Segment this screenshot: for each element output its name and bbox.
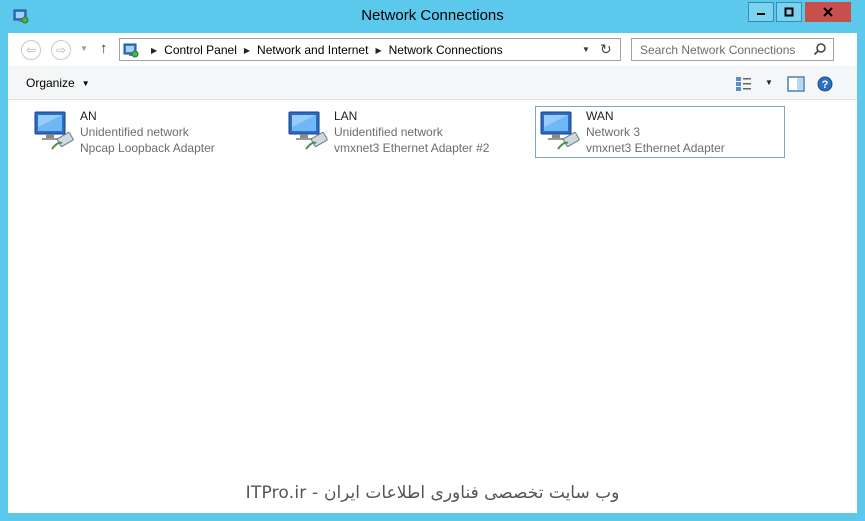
search-placeholder: Search Network Connections [640, 43, 796, 57]
help-icon[interactable]: ? [817, 76, 833, 92]
command-bar: Organize ▼ ▼ ? [8, 66, 857, 100]
up-arrow-icon: ↑ [100, 40, 108, 57]
back-arrow-icon: ⇦ [25, 43, 37, 57]
close-icon [823, 7, 833, 17]
breadcrumb-network-connections[interactable]: Network Connections [389, 43, 503, 57]
connection-network: Network 3 [586, 125, 641, 139]
svg-text:?: ? [822, 79, 829, 91]
breadcrumb-separator-icon[interactable]: ▶ [244, 46, 250, 55]
connection-details: LAN Unidentified network vmxnet3 Etherne… [334, 108, 489, 156]
network-adapter-icon [288, 111, 328, 150]
watermark-text: ITPro.ir - وب سایت تخصصی فناوری اطلاعات … [245, 483, 620, 503]
connection-item-lan[interactable]: LAN Unidentified network vmxnet3 Etherne… [283, 106, 533, 158]
connections-list: AN Unidentified network Npcap Loopback A… [8, 100, 857, 513]
connection-network: Unidentified network [334, 125, 443, 139]
chevron-down-icon: ▼ [81, 78, 90, 88]
connection-name: WAN [586, 109, 614, 123]
minimize-icon [757, 13, 765, 15]
connection-network: Unidentified network [80, 125, 189, 139]
connection-item-an[interactable]: AN Unidentified network Npcap Loopback A… [29, 106, 279, 158]
network-adapter-icon [34, 111, 74, 150]
connection-name: AN [80, 109, 97, 123]
close-button[interactable] [805, 2, 851, 22]
preview-pane-icon[interactable] [787, 76, 805, 92]
window-title: Network Connections [361, 7, 504, 24]
connection-name: LAN [334, 109, 358, 123]
control-panel-icon [123, 43, 139, 58]
breadcrumb-control-panel[interactable]: Control Panel [164, 43, 237, 57]
connection-adapter: vmxnet3 Ethernet Adapter [586, 141, 725, 155]
view-options-dropdown[interactable]: ▼ [765, 78, 773, 87]
forward-arrow-icon: ⇨ [55, 43, 67, 57]
title-bar[interactable]: Network Connections [0, 0, 865, 33]
breadcrumb-separator-icon[interactable]: ▶ [151, 46, 157, 55]
forward-button[interactable]: ⇨ [51, 40, 71, 60]
maximize-button[interactable] [776, 2, 802, 22]
address-row: ⇦ ⇨ ▼ ↑ ▶ Control Panel ▶ Network and In… [8, 33, 857, 66]
minimize-button[interactable] [748, 2, 774, 22]
connection-adapter: vmxnet3 Ethernet Adapter #2 [334, 141, 490, 155]
connection-adapter: Npcap Loopback Adapter [80, 141, 215, 155]
breadcrumb-separator-icon[interactable]: ▶ [375, 46, 381, 55]
connection-details: WAN Network 3 vmxnet3 Ethernet Adapter [586, 108, 725, 156]
maximize-icon [784, 7, 794, 17]
address-dropdown[interactable]: ▼ [582, 45, 590, 54]
organize-button[interactable]: Organize ▼ [26, 76, 90, 90]
breadcrumb: ▶ Control Panel ▶ Network and Internet ▶… [144, 43, 503, 57]
address-bar[interactable]: ▶ Control Panel ▶ Network and Internet ▶… [119, 38, 621, 61]
search-icon[interactable] [813, 42, 827, 56]
recent-locations-dropdown[interactable]: ▼ [80, 44, 88, 53]
connection-item-wan[interactable]: WAN Network 3 vmxnet3 Ethernet Adapter [535, 106, 785, 158]
network-adapter-icon [540, 111, 580, 150]
refresh-icon: ↻ [600, 41, 612, 57]
network-connections-window: Network Connections ⇦ ⇨ ▼ ↑ ▶ Control Pa… [0, 0, 865, 521]
search-input[interactable]: Search Network Connections [631, 38, 834, 61]
refresh-button[interactable]: ↻ [600, 41, 612, 58]
organize-label: Organize [26, 76, 75, 90]
change-view-icon[interactable] [735, 76, 753, 92]
up-button[interactable]: ↑ [100, 40, 108, 57]
breadcrumb-network-and-internet[interactable]: Network and Internet [257, 43, 368, 57]
back-button[interactable]: ⇦ [21, 40, 41, 60]
connection-details: AN Unidentified network Npcap Loopback A… [80, 108, 215, 156]
